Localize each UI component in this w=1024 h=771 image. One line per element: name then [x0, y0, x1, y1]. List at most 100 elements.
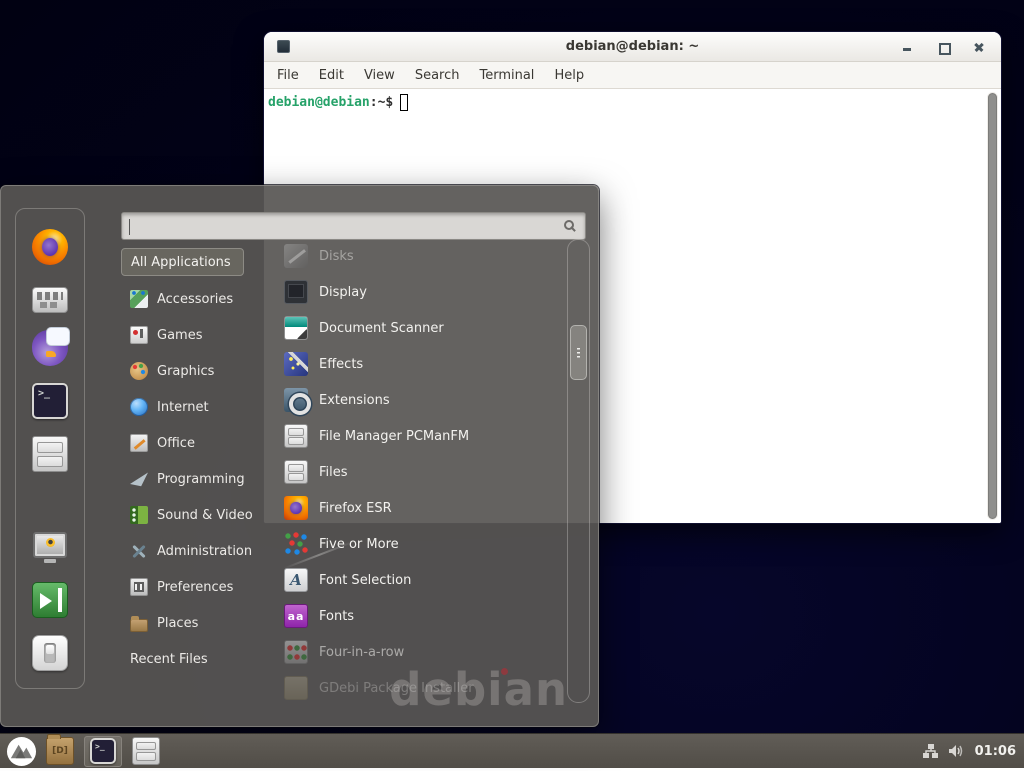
file-cabinet-icon — [284, 424, 308, 448]
app-five-or-more[interactable]: Five or More — [284, 526, 568, 562]
category-accessories[interactable]: Accessories — [121, 281, 273, 317]
taskbar-launchers: [D] >_ — [0, 734, 170, 768]
taskbar: [D] >_ 01:06 — [0, 733, 1024, 768]
menu-view[interactable]: View — [364, 68, 395, 83]
category-label: Internet — [157, 400, 209, 415]
app-display[interactable]: Display — [284, 274, 568, 310]
terminal-launcher-icon[interactable]: >_ — [32, 383, 68, 419]
category-programming[interactable]: Programming — [121, 461, 273, 497]
internet-icon — [130, 398, 148, 416]
category-administration[interactable]: Administration — [121, 533, 273, 569]
app-font-selection[interactable]: A Font Selection — [284, 562, 568, 598]
application-list: Disks Display Document Scanner Effects E… — [284, 238, 568, 706]
shutdown-icon[interactable] — [32, 635, 68, 671]
app-extensions[interactable]: Extensions — [284, 382, 568, 418]
keyboard-icon[interactable] — [32, 287, 68, 313]
terminal-task-button[interactable]: >_ — [84, 736, 122, 767]
display-icon — [284, 280, 308, 304]
category-label: Games — [157, 328, 202, 343]
category-label: Preferences — [157, 580, 233, 595]
category-places[interactable]: Places — [121, 605, 273, 641]
category-recent-files[interactable]: Recent Files — [121, 641, 273, 677]
category-internet[interactable]: Internet — [121, 389, 273, 425]
category-label: Graphics — [157, 364, 214, 379]
fonts-icon: aa — [284, 604, 308, 628]
app-firefox-esr[interactable]: Firefox ESR — [284, 490, 568, 526]
disks-icon — [284, 244, 308, 268]
category-all-applications[interactable]: All Applications — [121, 248, 244, 276]
app-files[interactable]: Files — [284, 454, 568, 490]
category-graphics[interactable]: Graphics — [121, 353, 273, 389]
category-label: Accessories — [157, 292, 233, 307]
firefox-icon[interactable] — [32, 229, 68, 265]
search-input[interactable] — [122, 213, 585, 239]
app-file-manager-pcmanfm[interactable]: File Manager PCManFM — [284, 418, 568, 454]
terminal-titlebar[interactable]: debian@debian: ~ — [264, 32, 1001, 62]
app-fonts[interactable]: aa Fonts — [284, 598, 568, 634]
file-manager-launcher-icon[interactable]: [D] — [46, 737, 74, 765]
preferences-icon — [130, 578, 148, 596]
terminal-prompt-line: debian@debian :~$ — [268, 94, 997, 111]
firefox-icon — [284, 496, 308, 520]
category-label: Sound & Video — [157, 508, 253, 523]
terminal-menubar: File Edit View Search Terminal Help — [264, 62, 1001, 89]
files-launcher-icon[interactable] — [132, 737, 160, 765]
four-in-a-row-icon — [284, 640, 308, 664]
font-selection-icon: A — [284, 568, 308, 592]
accessories-icon — [130, 290, 148, 308]
terminal-scrollbar[interactable] — [987, 92, 998, 520]
games-icon — [130, 326, 148, 344]
menu-file[interactable]: File — [277, 68, 299, 83]
menu-search[interactable]: Search — [415, 68, 460, 83]
desktop: debian@debian: ~ File Edit View Search T… — [0, 0, 1024, 768]
document-scanner-icon — [284, 316, 308, 340]
effects-icon — [284, 352, 308, 376]
app-label: Effects — [319, 357, 363, 372]
app-effects[interactable]: Effects — [284, 346, 568, 382]
terminal-title: debian@debian: ~ — [264, 39, 1001, 54]
app-label: Files — [319, 465, 348, 480]
programming-icon — [130, 470, 148, 488]
five-or-more-icon — [284, 532, 308, 556]
category-office[interactable]: Office — [121, 425, 273, 461]
volume-icon[interactable] — [948, 743, 966, 759]
application-menu: >_ All Applications Accessories Games — [0, 185, 599, 727]
category-label: Administration — [157, 544, 252, 559]
menu-search-box — [121, 212, 586, 240]
extensions-icon — [284, 388, 308, 412]
terminal-icon: >_ — [90, 738, 116, 764]
menu-help[interactable]: Help — [554, 68, 584, 83]
menu-scrollbar-thumb[interactable] — [570, 325, 587, 380]
app-label: Fonts — [319, 609, 354, 624]
menu-edit[interactable]: Edit — [319, 68, 344, 83]
prompt-user: debian@debian — [268, 95, 370, 110]
menu-terminal[interactable]: Terminal — [479, 68, 534, 83]
close-button[interactable] — [973, 41, 985, 53]
category-preferences[interactable]: Preferences — [121, 569, 273, 605]
logout-icon[interactable] — [32, 582, 68, 618]
lock-screen-icon[interactable] — [32, 529, 68, 565]
favorites-panel: >_ — [15, 208, 85, 689]
file-manager-icon[interactable] — [32, 436, 68, 472]
category-label: Places — [157, 616, 198, 631]
minimize-button[interactable] — [901, 41, 913, 53]
category-label: All Applications — [131, 255, 231, 270]
maximize-button[interactable] — [937, 41, 949, 53]
network-icon[interactable] — [922, 743, 939, 759]
search-caret — [129, 219, 130, 235]
taskbar-clock[interactable]: 01:06 — [975, 744, 1016, 759]
pidgin-icon[interactable] — [32, 330, 68, 366]
app-document-scanner[interactable]: Document Scanner — [284, 310, 568, 346]
menu-scrollbar[interactable] — [567, 239, 590, 703]
category-sound-video[interactable]: Sound & Video — [121, 497, 273, 533]
category-label: Programming — [157, 472, 245, 487]
terminal-scrollbar-thumb[interactable] — [988, 93, 997, 519]
gdebi-icon — [284, 676, 308, 700]
file-cabinet-icon — [284, 460, 308, 484]
watermark-dot — [501, 668, 508, 675]
category-games[interactable]: Games — [121, 317, 273, 353]
prompt-path: :~$ — [370, 95, 393, 110]
app-label: Disks — [319, 249, 354, 264]
app-disks[interactable]: Disks — [284, 238, 568, 274]
menu-button[interactable] — [6, 736, 37, 767]
